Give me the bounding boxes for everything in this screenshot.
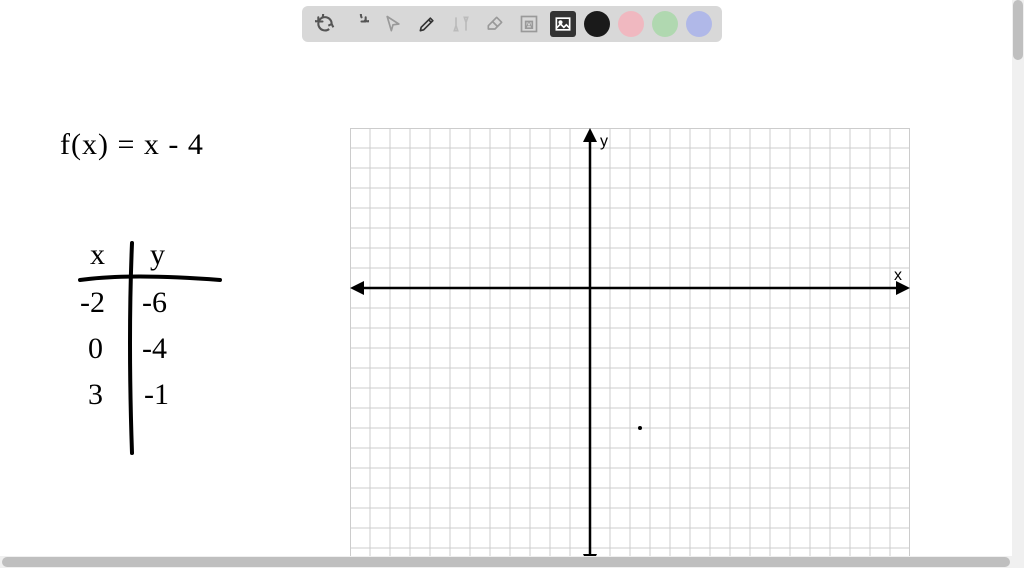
table-cell: -6 xyxy=(142,286,167,320)
coordinate-grid: x y xyxy=(350,128,910,568)
svg-text:A: A xyxy=(526,20,533,31)
table-cell: 0 xyxy=(88,332,103,366)
y-axis-label: y xyxy=(600,133,608,150)
vertical-scrollbar-thumb[interactable] xyxy=(1013,0,1023,60)
horizontal-scrollbar[interactable] xyxy=(0,556,1012,568)
eraser-tool[interactable] xyxy=(482,11,508,37)
table-cell: -4 xyxy=(142,332,167,366)
table-cell: 3 xyxy=(88,378,103,412)
table-header-y: y xyxy=(150,238,165,272)
table-cell: -2 xyxy=(80,286,105,320)
vertical-scrollbar[interactable] xyxy=(1012,0,1024,568)
table-cell: -1 xyxy=(144,378,169,412)
canvas[interactable]: f(x) = x - 4 x y -2 -6 0 -4 3 -1 x y xyxy=(0,48,1012,556)
pointer-tool[interactable] xyxy=(380,11,406,37)
x-axis-label: x xyxy=(894,267,902,284)
color-black[interactable] xyxy=(584,11,610,37)
table-header-x: x xyxy=(90,238,105,272)
undo-button[interactable] xyxy=(312,11,338,37)
toolbar: A xyxy=(302,6,722,42)
plot-point xyxy=(638,426,642,430)
equation-text: f(x) = x - 4 xyxy=(60,128,204,162)
redo-button[interactable] xyxy=(346,11,372,37)
color-pink[interactable] xyxy=(618,11,644,37)
text-tool[interactable]: A xyxy=(516,11,542,37)
horizontal-scrollbar-thumb[interactable] xyxy=(2,557,1010,567)
tools-button[interactable] xyxy=(448,11,474,37)
color-green[interactable] xyxy=(652,11,678,37)
pen-tool[interactable] xyxy=(414,11,440,37)
color-blue[interactable] xyxy=(686,11,712,37)
image-tool[interactable] xyxy=(550,11,576,37)
